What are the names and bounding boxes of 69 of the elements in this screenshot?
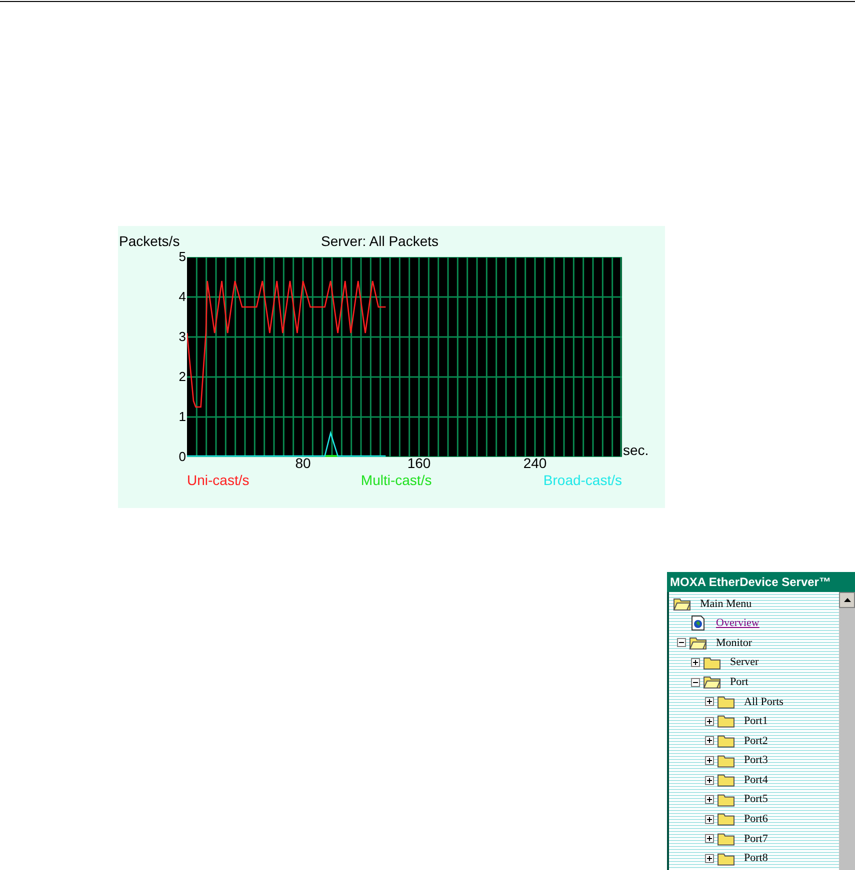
expand-toggle[interactable] [705, 814, 714, 824]
legend-label: Uni-cast/s [187, 471, 250, 490]
tree-item[interactable]: Main Menu [700, 596, 752, 612]
x-tick-label: 240 [523, 456, 547, 470]
plus-icon [706, 855, 713, 862]
collapse-toggle[interactable] [691, 678, 700, 687]
expand-toggle[interactable] [705, 697, 714, 706]
folder-icon [717, 734, 735, 748]
tree-item[interactable]: Port5 [744, 791, 768, 808]
tree-item[interactable]: All Ports [744, 694, 784, 710]
plus-icon [706, 698, 713, 706]
folder-icon [717, 714, 735, 728]
plus-icon [706, 757, 713, 764]
tree-item[interactable]: Server [730, 654, 759, 671]
scroll-up-button[interactable] [839, 592, 855, 608]
folder-icon [703, 656, 721, 670]
tree-item[interactable]: Port1 [744, 713, 768, 730]
expand-toggle[interactable] [705, 736, 714, 746]
y-axis-label: Packets/s [119, 232, 180, 251]
y-tick-label: 3 [178, 330, 186, 343]
y-tick-label: 0 [178, 450, 186, 463]
open-folder-icon [703, 675, 721, 690]
tree-item[interactable]: Port4 [744, 772, 768, 788]
folder-icon [717, 754, 735, 768]
plus-icon [706, 776, 713, 784]
expand-toggle[interactable] [705, 756, 714, 766]
plus-icon [692, 659, 699, 666]
expand-toggle[interactable] [705, 834, 714, 844]
tree-item[interactable]: Port3 [744, 752, 768, 769]
tree-item[interactable]: Port [730, 674, 748, 690]
plus-icon [706, 816, 713, 823]
plus-icon [706, 835, 713, 842]
plus-icon [706, 737, 713, 744]
folder-icon [717, 812, 735, 826]
expand-toggle[interactable] [705, 854, 714, 864]
x-tick-label: 80 [295, 456, 311, 470]
y-tick-label: 2 [178, 370, 186, 383]
folder-icon [717, 852, 735, 866]
folder-icon [717, 694, 735, 709]
folder-icon [717, 792, 735, 807]
plus-icon [706, 718, 713, 725]
tree-item[interactable]: Port8 [744, 850, 768, 867]
page-globe-icon [691, 615, 705, 632]
collapse-toggle[interactable] [677, 638, 686, 648]
chart-title: Server: All Packets [321, 232, 438, 251]
scrollbar[interactable] [839, 592, 855, 870]
expand-toggle[interactable] [705, 795, 714, 804]
open-folder-icon [689, 636, 707, 650]
legend-label: Broad-cast/s [543, 471, 622, 490]
y-tick-label: 5 [178, 250, 186, 263]
y-tick-label: 4 [178, 290, 186, 303]
x-axis-label: sec. [623, 441, 649, 460]
expand-toggle[interactable] [691, 658, 700, 668]
folder-icon [717, 773, 735, 788]
tree-item[interactable]: Port6 [744, 811, 768, 828]
open-folder-icon [673, 596, 691, 611]
up-arrow-icon [844, 598, 850, 602]
expand-toggle[interactable] [705, 776, 714, 785]
tree-link[interactable]: Overview [716, 615, 760, 632]
tree-header: MOXA EtherDevice Server™ [667, 572, 855, 592]
x-tick-label: 160 [407, 456, 431, 470]
plus-icon [706, 796, 713, 804]
tree-item[interactable]: Port7 [744, 830, 768, 848]
expand-toggle[interactable] [705, 716, 714, 726]
legend-label: Multi-cast/s [360, 471, 432, 490]
folder-icon [717, 832, 735, 846]
tree-item[interactable]: Monitor [716, 634, 752, 652]
y-tick-label: 1 [178, 410, 186, 423]
tree-item[interactable]: Port2 [744, 732, 768, 750]
